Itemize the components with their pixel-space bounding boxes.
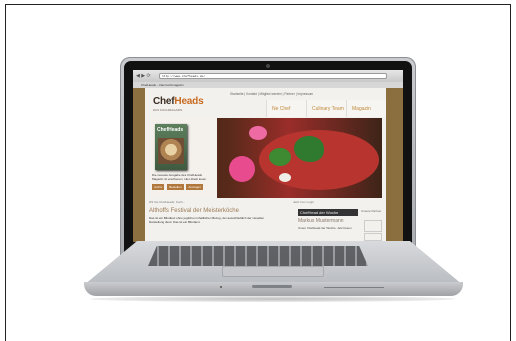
lid-latch: [252, 285, 292, 288]
hero-food-egg: [279, 173, 291, 182]
hero-food-leaf: [269, 148, 291, 166]
login-link[interactable]: Jetzt zum Login: [293, 200, 314, 204]
site-logo[interactable]: ChefHeads: [153, 96, 204, 107]
laptop-screen: ◀ ▶ ⟳ http://www.chefheads.de/ ChefHeads…: [133, 70, 403, 242]
menu-item-magazin[interactable]: Magazin: [346, 100, 386, 117]
magazine-cover[interactable]: ChefHeads: [155, 124, 187, 170]
laptop-shadow: [90, 296, 455, 302]
partner-label: Unsere Partner: [361, 209, 382, 213]
magazine-cover-image: [158, 138, 184, 164]
festival-text: Das ist ein Blindtext ohne jeglichen inh…: [149, 216, 265, 224]
magazine-teaser-text: Die neueste Ausgabe des ChefHeads Magazi…: [152, 173, 207, 181]
website-page: ChefHeads DAS KOCHMAGAZIN Startseite | K…: [145, 88, 386, 242]
hero-food-leaf: [294, 136, 324, 162]
top-links[interactable]: Startseite | Kontakt | Mitglied werden |…: [230, 92, 313, 96]
hero-footer-left[interactable]: Wir bei ChefHeads: Koch...: [149, 200, 185, 204]
archive-button[interactable]: Archiv: [152, 184, 165, 190]
camera-icon: [266, 64, 270, 68]
optical-drive-slot: [324, 287, 384, 288]
nav-buttons[interactable]: ◀ ▶ ⟳: [136, 73, 151, 79]
partner-logo[interactable]: [364, 233, 382, 241]
power-led-icon: [220, 286, 222, 288]
hero-food-petal: [229, 156, 255, 182]
logo-subtitle: DAS KOCHMAGAZIN: [153, 108, 183, 112]
menu-item-chef[interactable]: Ne Chef: [266, 100, 306, 117]
ads-button[interactable]: Anzeigen: [186, 184, 203, 190]
trackpad: [222, 266, 324, 277]
hero-footer: Wir bei ChefHeads: Koch... Jetzt zum Log…: [149, 200, 382, 206]
main-menu: Ne Chef Culinary Team Magazin: [266, 100, 386, 117]
page-background-right: [386, 88, 403, 242]
address-bar[interactable]: http://www.chefheads.de/: [159, 73, 387, 79]
festival-heading[interactable]: Althoffs Festival der Meisterköche: [149, 208, 269, 214]
magazine-cover-title: ChefHeads: [157, 127, 184, 133]
magazine-teaser: ChefHeads Die neueste Ausgabe des ChefHe…: [149, 118, 217, 198]
chef-of-week-text: Unser ChefHead der Woche. Jetzt lesen: [298, 226, 352, 230]
partner-logo[interactable]: [364, 220, 382, 232]
hero-food-petal: [249, 126, 267, 140]
chef-of-week-label: ChefHead der Woche: [298, 209, 358, 216]
keyboard: [148, 246, 368, 266]
logo-heads: Heads: [174, 96, 204, 107]
page-background-left: [133, 88, 145, 242]
browser-tab[interactable]: ChefHeads – Das Kochmagazin: [141, 83, 184, 87]
chef-of-week-name[interactable]: Markus Mustermann: [298, 218, 344, 224]
magazine-buttons: Archiv Bestellen Anzeigen: [152, 184, 205, 190]
logo-chef: Chef: [153, 96, 175, 107]
menu-item-culinary-team[interactable]: Culinary Team: [306, 100, 346, 117]
order-button[interactable]: Bestellen: [167, 184, 184, 190]
hero-banner[interactable]: ChefHeads Die neueste Ausgabe des ChefHe…: [149, 118, 382, 198]
